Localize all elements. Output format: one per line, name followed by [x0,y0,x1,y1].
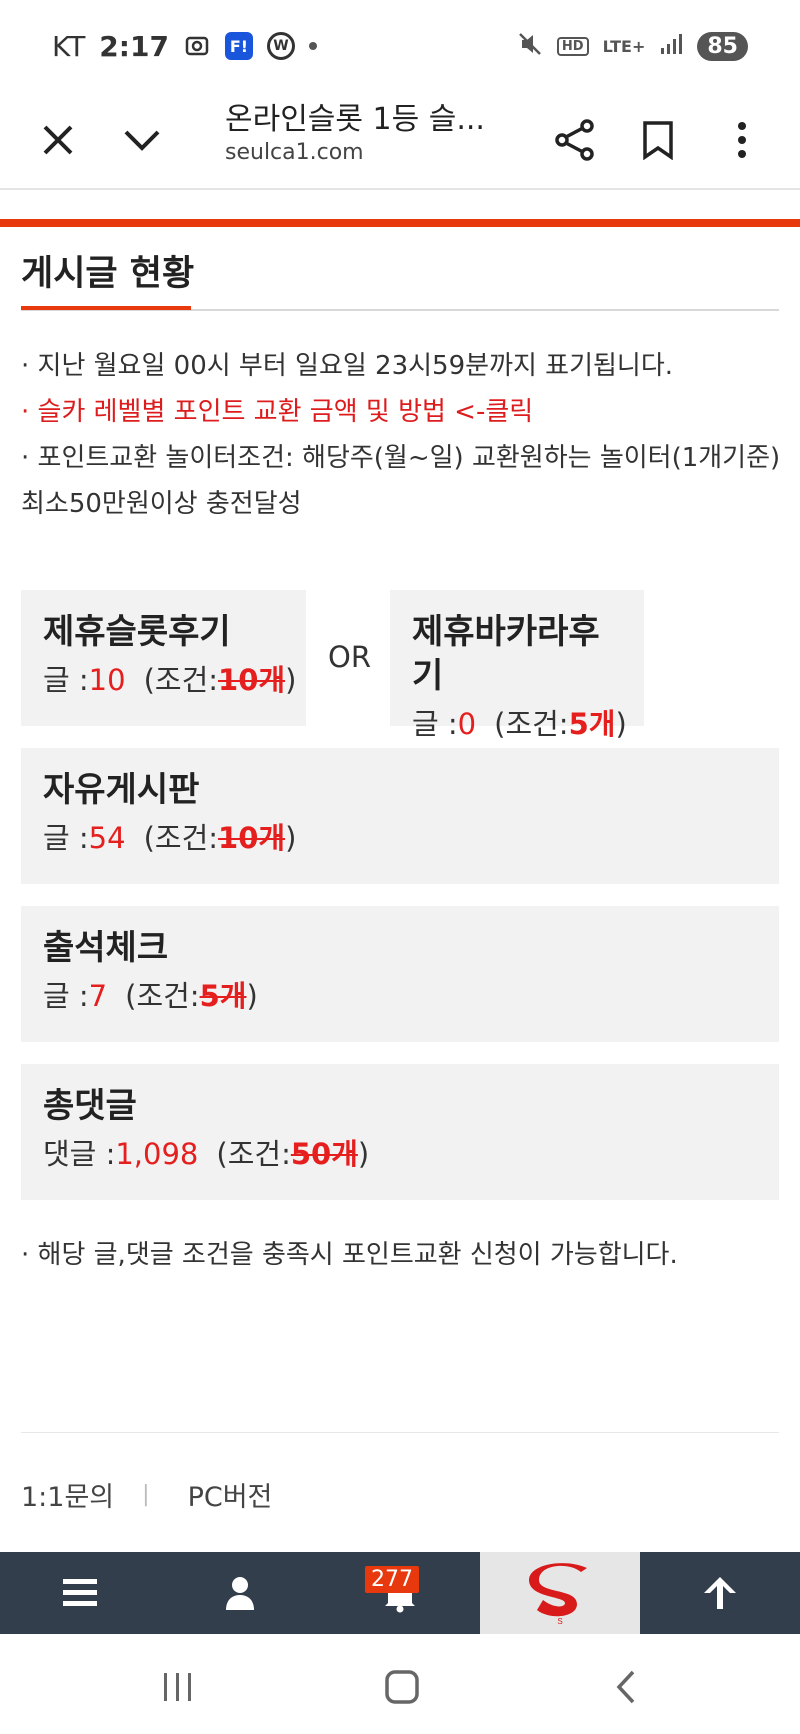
f-app-icon: F! [224,32,253,60]
inquiry-link[interactable]: 1:1문의 [21,1475,114,1514]
condition-value: 5개 [568,707,616,741]
page-title[interactable]: 온라인슬롯 1등 슬... [225,94,485,138]
card-count-line: 댓글 :1,098 (조건:50개) [43,1132,757,1176]
comment-count: 1,098 [115,1137,199,1171]
condition-close: ) [357,1137,370,1171]
card-count-line: 글 :7 (조건:5개) [43,974,757,1018]
notice-condition: · 포인트교환 놀이터조건: 해당주(월~일) 교환원하는 놀이터(1개기준) … [21,443,781,519]
post-count: 7 [88,979,108,1013]
bookmark-icon[interactable] [628,110,688,170]
baccarat-review-card[interactable]: 제휴바카라후기 글 :0 (조건:5개) [390,590,644,741]
chevron-down-icon[interactable] [112,110,172,170]
screenshot-icon [183,32,211,60]
condition-open: (조건: [216,1137,291,1171]
status-right: HD LTE+ 85 [517,26,748,66]
count-label: 글 : [43,821,89,855]
post-count: 0 [457,707,477,741]
condition-close: ) [285,663,297,697]
point-exchange-link[interactable]: · 슬카 레벨별 포인트 교환 금액 및 방법 <-클릭 [21,389,781,435]
count-label: 글 : [412,707,458,741]
header-accent-bar [0,219,800,227]
condition-value: 10개 [218,821,286,855]
count-label: 글 : [43,979,89,1013]
recent-apps-icon[interactable] [148,1662,208,1712]
section-title-underline [21,306,191,310]
notice-list: · 지난 월요일 00시 부터 일요일 23시59분까지 표기됩니다. · 슬카… [21,343,781,527]
card-title: 총댓글 [43,1086,137,1126]
card-count-line: 글 :10 (조건:10개) [43,658,296,702]
condition-open: (조건: [143,821,219,855]
signal-icon [659,32,683,60]
footer-divider [21,1432,779,1433]
carrier-label: KT [52,29,86,63]
site-logo[interactable]: S [480,1552,640,1634]
status-left: KT 2:17 F! W [52,26,317,66]
card-title: 자유게시판 [43,770,200,810]
close-icon[interactable] [28,110,88,170]
card-title: 출석체크 [43,928,169,968]
w-app-icon: W [266,32,295,60]
card-title: 제휴슬롯후기 [43,612,231,652]
more-options-icon[interactable] [712,110,772,170]
browser-toolbar: 온라인슬롯 1등 슬... seulca1.com [0,90,800,190]
condition-open: (조건: [125,979,200,1013]
page-url[interactable]: seulca1.com [225,140,364,165]
arrow-up-icon[interactable] [640,1552,800,1634]
condition-value: 50개 [290,1137,358,1171]
menu-icon[interactable] [0,1552,160,1634]
condition-open: (조건: [143,663,219,697]
exchange-footnote: · 해당 글,댓글 조건을 충족시 포인트교환 신청이 가능합니다. [21,1240,678,1270]
footer-separator: | [142,1482,150,1507]
more-notifications-dot-icon [308,42,317,50]
user-icon[interactable] [160,1552,320,1634]
share-icon[interactable] [545,110,605,170]
logo-letter: S [557,1617,562,1626]
network-type: LTE+ [602,36,646,56]
or-label: OR [328,640,371,674]
card-title: 제휴바카라후기 [412,612,600,696]
clock: 2:17 [99,29,169,63]
notice-period: · 지난 월요일 00시 부터 일요일 23시59분까지 표기됩니다. [21,351,674,381]
condition-open: (조건: [494,707,569,741]
count-label: 댓글 : [43,1137,116,1171]
footer-links: 1:1문의 | PC버전 [21,1475,272,1514]
card-count-line: 글 :0 (조건:5개) [412,702,627,746]
condition-close: ) [246,979,258,1013]
post-count: 10 [88,663,126,697]
card-count-line: 글 :54 (조건:10개) [43,816,757,860]
status-bar: KT 2:17 F! W HD LTE+ 85 [0,0,800,90]
site-bottom-nav: S [0,1552,800,1634]
condition-value: 10개 [218,663,286,697]
mute-icon [517,31,543,61]
pc-version-link[interactable]: PC버전 [188,1475,273,1514]
post-count: 54 [88,821,126,855]
slot-review-card[interactable]: 제휴슬롯후기 글 :10 (조건:10개) [21,590,306,726]
bell-icon[interactable] [320,1552,480,1634]
back-icon[interactable] [596,1662,656,1712]
condition-close: ) [285,821,297,855]
battery-indicator: 85 [697,31,748,61]
section-title: 게시글 현황 [21,254,195,294]
attendance-card[interactable]: 출석체크 글 :7 (조건:5개) [21,906,779,1042]
condition-value: 5개 [199,979,247,1013]
count-label: 글 : [43,663,89,697]
free-board-card[interactable]: 자유게시판 글 :54 (조건:10개) [21,748,779,884]
hd-voice-icon: HD [556,36,589,56]
total-comments-card[interactable]: 총댓글 댓글 :1,098 (조건:50개) [21,1064,779,1200]
notification-badge: 277 [365,1566,419,1593]
home-icon[interactable] [372,1662,432,1712]
condition-close: ) [615,707,627,741]
system-nav-bar [0,1634,800,1734]
